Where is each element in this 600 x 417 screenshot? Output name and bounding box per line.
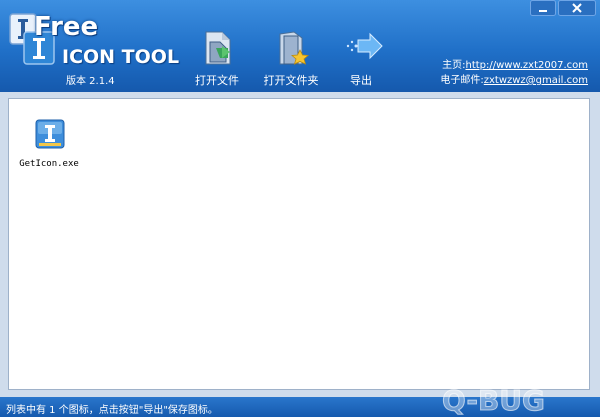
- open-folder-icon: [274, 28, 310, 65]
- header: Free ICON TOOL 版本 2.1.4 打开文件 打开文件夹 导出 主页…: [0, 0, 600, 92]
- open-folder-button[interactable]: 打开文件夹: [256, 24, 326, 88]
- open-folder-label: 打开文件夹: [263, 74, 319, 87]
- close-button[interactable]: [558, 0, 596, 16]
- email-link[interactable]: zxtwzwz@gmail.com: [484, 75, 588, 86]
- minimize-icon: [530, 0, 556, 16]
- app-title-tool: ICON TOOL: [62, 46, 180, 68]
- close-icon: [558, 0, 596, 16]
- open-file-icon: [200, 28, 236, 65]
- content-frame: GetIcon.exe: [0, 92, 600, 397]
- file-name: GetIcon.exe: [19, 159, 79, 169]
- watermark-logo: Q-BUG: [434, 382, 594, 417]
- homepage-link[interactable]: http://www.zxt2007.com: [465, 60, 588, 71]
- icon-list[interactable]: GetIcon.exe: [8, 98, 590, 390]
- app-title-free: Free: [34, 12, 99, 42]
- status-text: 列表中有 1 个图标，点击按钮"导出"保存图标。: [6, 405, 218, 416]
- list-item[interactable]: GetIcon.exe: [17, 113, 81, 173]
- open-file-button[interactable]: 打开文件: [182, 24, 252, 88]
- export-button[interactable]: 导出: [326, 24, 396, 88]
- contact-links: 主页:http://www.zxt2007.com 电子邮件:zxtwzwz@g…: [440, 58, 588, 88]
- watermark-text: Q-BUG: [442, 384, 545, 416]
- homepage-label: 主页:: [442, 60, 466, 71]
- open-file-label: 打开文件: [195, 74, 239, 87]
- app-window: Free ICON TOOL 版本 2.1.4 打开文件 打开文件夹 导出 主页…: [0, 0, 600, 417]
- app-icon: [35, 119, 65, 149]
- export-label: 导出: [350, 74, 372, 87]
- version-label: 版本 2.1.4: [66, 76, 115, 87]
- export-arrow-icon: [344, 28, 383, 64]
- minimize-button[interactable]: [530, 0, 556, 16]
- email-label: 电子邮件:: [440, 75, 484, 86]
